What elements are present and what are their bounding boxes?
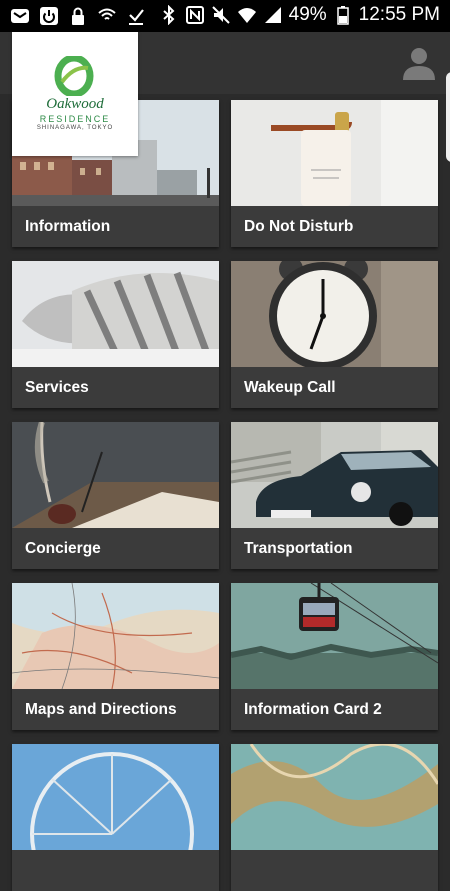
brand-name: Oakwood [46, 96, 104, 112]
alarm-clock-photo [231, 261, 438, 367]
card-label: Information [25, 218, 111, 235]
abstract-photo [231, 744, 438, 850]
card-wakeup-call[interactable]: Wakeup Call [231, 261, 438, 408]
battery-icon [333, 5, 353, 25]
mail-icon [10, 6, 30, 26]
card-maps-and-directions[interactable]: Maps and Directions [12, 583, 219, 730]
status-bar: 49% 12:55 PM [0, 0, 450, 32]
card-label: Wakeup Call [244, 379, 336, 396]
quill-pen-photo [12, 422, 219, 528]
oakwood-o-icon [54, 56, 94, 96]
lock-icon [68, 6, 88, 26]
wifi-icon [237, 5, 257, 25]
card-partial-left[interactable] [12, 744, 219, 891]
card-partial-right[interactable] [231, 744, 438, 891]
card-label: Maps and Directions [25, 701, 177, 718]
brand-location: SHINAGAWA, TOKYO [36, 125, 114, 131]
power-icon [39, 6, 59, 26]
card-services[interactable]: Services [12, 261, 219, 408]
card-concierge[interactable]: Concierge [12, 422, 219, 569]
ferris-wheel-photo [12, 744, 219, 850]
nfc-icon [185, 5, 205, 25]
pillows-photo [12, 261, 219, 367]
battery-percent: 49% [288, 4, 327, 25]
card-do-not-disturb[interactable]: Do Not Disturb [231, 100, 438, 247]
user-profile-icon[interactable] [400, 44, 438, 82]
card-information-card-2[interactable]: Information Card 2 [231, 583, 438, 730]
card-label: Do Not Disturb [244, 218, 354, 235]
clock-time: 12:55 PM [358, 4, 440, 25]
mute-icon [211, 5, 231, 25]
shield-wifi-icon [97, 6, 117, 26]
door-hanger-photo [231, 100, 438, 206]
card-label: Transportation [244, 540, 353, 557]
card-transportation[interactable]: Transportation [231, 422, 438, 569]
card-label: Concierge [25, 540, 101, 557]
signal-icon [263, 5, 283, 25]
download-done-icon [126, 6, 146, 26]
cable-car-photo [231, 583, 438, 689]
card-label: Information Card 2 [244, 701, 382, 718]
bluetooth-icon [159, 5, 179, 25]
side-panel-handle[interactable] [446, 72, 450, 162]
card-label: Services [25, 379, 89, 396]
classic-car-photo [231, 422, 438, 528]
brand-logo[interactable]: Oakwood RESIDENCE SHINAGAWA, TOKYO [12, 32, 138, 156]
brand-subtitle: RESIDENCE [39, 114, 111, 124]
map-photo [12, 583, 219, 689]
